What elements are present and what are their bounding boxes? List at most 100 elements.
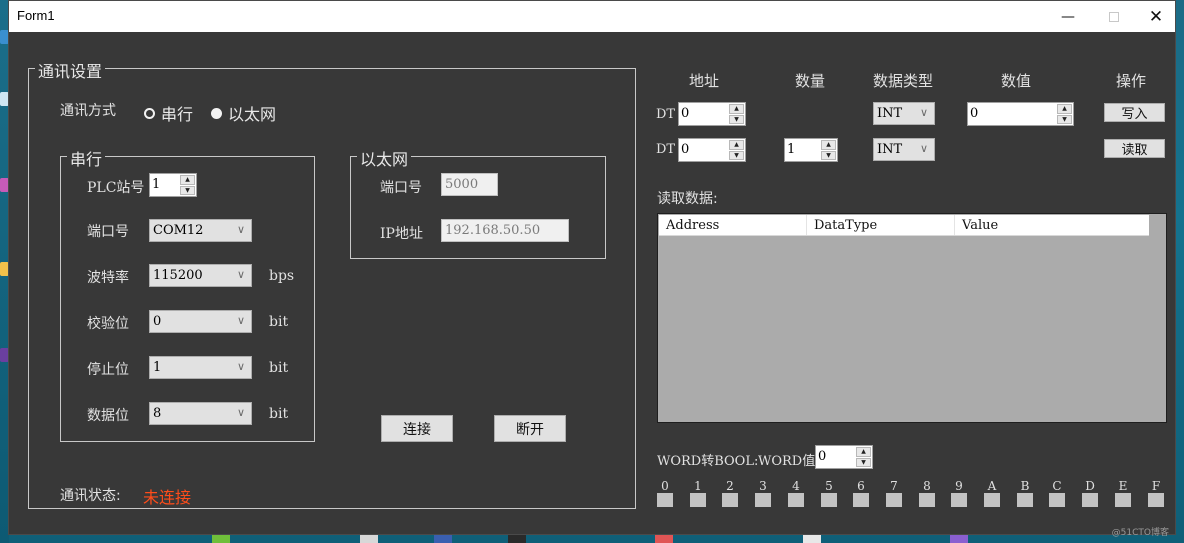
minimize-icon: —: [1061, 8, 1075, 25]
ethernet-group-title: 以太网: [357, 146, 412, 170]
read-data-table[interactable]: Address DataType Value: [657, 213, 1167, 423]
bit-indicator: [690, 493, 706, 507]
bit-indicator: [1115, 493, 1131, 507]
desktop-icon[interactable]: [803, 535, 821, 543]
radio-serial[interactable]: 串行: [144, 101, 193, 125]
eth-port-input[interactable]: 5000: [441, 173, 498, 196]
bit-indicator: [1017, 493, 1033, 507]
spin-down-icon[interactable]: ▼: [729, 114, 744, 124]
column-header-address[interactable]: Address: [659, 215, 807, 235]
close-button[interactable]: ✕: [1133, 1, 1179, 32]
header-action: 操作: [1116, 72, 1147, 90]
spin-up-icon[interactable]: ▲: [1057, 104, 1072, 114]
ip-address-value: 192.168.50.50: [445, 223, 541, 238]
spin-down-icon[interactable]: ▼: [856, 457, 871, 467]
write-button[interactable]: 写入: [1104, 103, 1165, 122]
write-data-type-value: INT: [877, 106, 903, 121]
write-value-spinner[interactable]: 0 ▲ ▼: [967, 102, 1074, 126]
chevron-down-icon: ∨: [236, 406, 245, 419]
read-data-label: 读取数据:: [657, 191, 718, 207]
word-bool-label: WORD转BOOL:: [657, 454, 759, 469]
minimize-button[interactable]: —: [1045, 1, 1091, 32]
spin-down-icon[interactable]: ▼: [729, 150, 744, 160]
ip-address-label: IP地址: [380, 226, 423, 242]
maximize-button[interactable]: [1091, 1, 1137, 32]
plc-station-label: PLC站号: [87, 180, 145, 196]
spin-up-icon[interactable]: ▲: [729, 104, 744, 114]
read-dt-prefix: DT: [656, 142, 676, 157]
plc-station-value: 1: [152, 177, 161, 192]
stop-bits-unit: bit: [269, 360, 289, 376]
write-address-spinner[interactable]: 0 ▲ ▼: [678, 102, 746, 126]
bit-indicator: [1049, 493, 1065, 507]
bit-indicator: [788, 493, 804, 507]
write-data-type-select[interactable]: INT ∨: [873, 102, 935, 125]
title-bar[interactable]: Form1 — ✕: [9, 1, 1175, 32]
desktop-icon[interactable]: [655, 535, 673, 543]
read-count-spinner[interactable]: 1 ▲ ▼: [784, 138, 838, 162]
chevron-down-icon: ∨: [236, 223, 245, 236]
column-header-datatype[interactable]: DataType: [807, 215, 955, 235]
data-bits-select[interactable]: 8 ∨: [149, 402, 252, 425]
serial-port-select[interactable]: COM12 ∨: [149, 219, 252, 242]
plc-station-spinner[interactable]: 1 ▲ ▼: [149, 173, 197, 197]
parity-label: 校验位: [87, 316, 129, 332]
baud-select[interactable]: 115200 ∨: [149, 264, 252, 287]
word-value-spinner[interactable]: 0 ▲ ▼: [815, 445, 873, 469]
parity-select[interactable]: 0 ∨: [149, 310, 252, 333]
bit-label: 2: [726, 479, 734, 493]
spin-down-icon[interactable]: ▼: [821, 150, 836, 160]
bit-indicator: [984, 493, 1000, 507]
bit-indicator: [722, 493, 738, 507]
radio-ethernet[interactable]: 以太网: [211, 101, 276, 125]
bit-label: 4: [792, 479, 800, 493]
spin-down-icon[interactable]: ▼: [180, 185, 195, 195]
desktop-icon[interactable]: [950, 535, 968, 543]
read-data-type-select[interactable]: INT ∨: [873, 138, 935, 161]
bit-indicator: [821, 493, 837, 507]
write-value-value: 0: [970, 106, 979, 121]
bit-label: 0: [661, 479, 669, 493]
read-button[interactable]: 读取: [1104, 139, 1165, 158]
window-title: Form1: [17, 8, 55, 23]
close-icon: ✕: [1148, 6, 1164, 27]
spin-up-icon[interactable]: ▲: [821, 140, 836, 150]
radio-serial-label: 串行: [161, 105, 194, 124]
stop-bits-select[interactable]: 1 ∨: [149, 356, 252, 379]
serial-port-value: COM12: [153, 223, 204, 238]
eth-port-label: 端口号: [380, 180, 422, 196]
table-header: Address DataType Value: [659, 215, 1149, 236]
ethernet-group: 以太网: [350, 146, 606, 259]
header-value: 数值: [1001, 72, 1032, 90]
read-address-spinner[interactable]: 0 ▲ ▼: [678, 138, 746, 162]
disconnect-button[interactable]: 断开: [494, 415, 566, 442]
read-count-value: 1: [787, 142, 796, 157]
word-value-label: WORD值: [758, 454, 816, 469]
read-address-value: 0: [681, 142, 690, 157]
spin-up-icon[interactable]: ▲: [729, 140, 744, 150]
column-header-value[interactable]: Value: [955, 215, 1149, 235]
desktop-icon[interactable]: [212, 535, 230, 543]
bit-label: 6: [857, 479, 865, 493]
form-window: Form1 — ✕ 通讯设置 通讯方式 串行 以太网 串行 PLC站号 1 ▲ …: [8, 0, 1176, 538]
desktop-icon[interactable]: [434, 535, 452, 543]
spin-up-icon[interactable]: ▲: [180, 175, 195, 185]
bit-label: A: [987, 479, 997, 493]
connect-button[interactable]: 连接: [381, 415, 453, 442]
desktop-icon[interactable]: [360, 535, 378, 543]
chevron-down-icon: ∨: [919, 142, 928, 155]
stop-bits-value: 1: [153, 360, 162, 375]
bit-label: 7: [890, 479, 898, 493]
spin-down-icon[interactable]: ▼: [1057, 114, 1072, 124]
bit-label: 3: [759, 479, 767, 493]
bit-label: 5: [825, 479, 833, 493]
ip-address-input[interactable]: 192.168.50.50: [441, 219, 569, 242]
chevron-down-icon: ∨: [236, 268, 245, 281]
desktop-icon[interactable]: [508, 535, 526, 543]
spin-up-icon[interactable]: ▲: [856, 447, 871, 457]
baud-label: 波特率: [87, 270, 129, 286]
bit-indicator: [919, 493, 935, 507]
parity-value: 0: [153, 314, 162, 329]
bit-indicator: [1082, 493, 1098, 507]
watermark: @51CTO博客: [1111, 528, 1169, 538]
